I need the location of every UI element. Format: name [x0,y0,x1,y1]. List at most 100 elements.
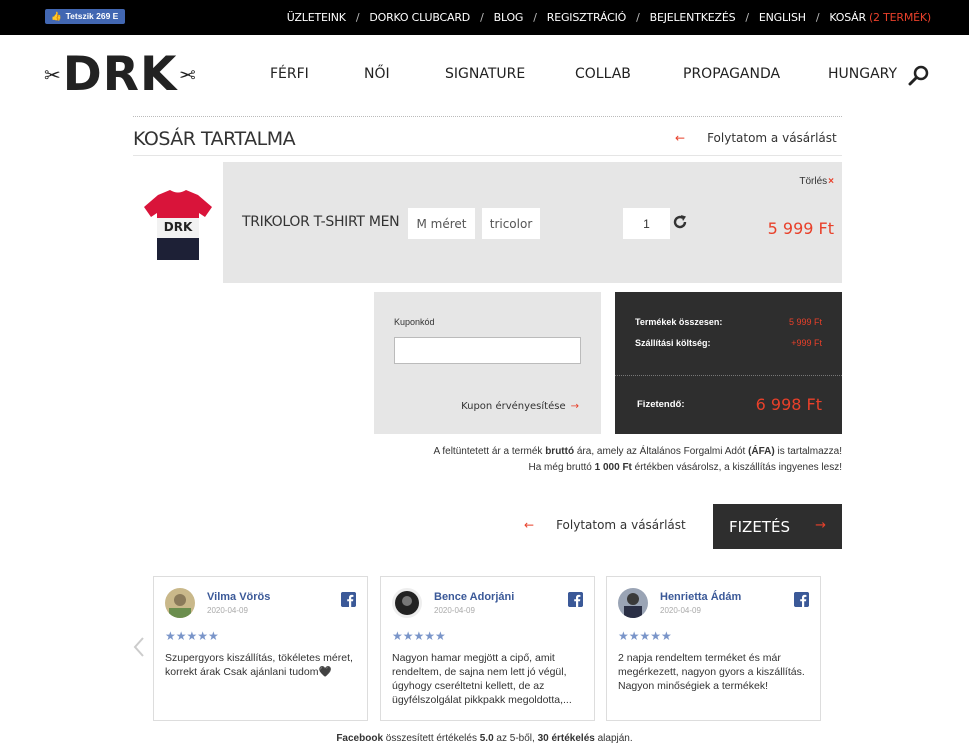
separator: / [815,11,820,24]
nav-item-hungary[interactable]: HUNGARY [828,66,897,82]
facebook-icon[interactable] [568,592,583,607]
divider [133,155,842,156]
coupon-validate-button[interactable]: Kupon érvényesítése → [461,401,579,412]
note-bold: (ÁFA) [748,446,775,457]
facebook-like-button[interactable]: 👍 Tetszik 269 E [45,9,126,24]
quantity-input[interactable] [623,208,670,239]
review-date: 2020-04-09 [660,606,701,615]
separator: / [745,11,749,24]
link-english[interactable]: ENGLISH [759,11,806,24]
logo-wordmark: DRK [62,47,178,102]
scissors-icon: ✂ [44,64,61,87]
link-cart[interactable]: KOSÁR (2 TERMÉK) [829,11,931,24]
divider [615,375,842,376]
payable-row: Fizetendő: 6 998 Ft [637,395,822,414]
summary-source: Facebook [336,733,384,744]
link-stores[interactable]: ÜZLETEINK [287,11,346,24]
carousel-prev-icon[interactable] [133,636,145,658]
shipping-row: Szállítási költség: +999 Ft [635,338,822,348]
coupon-panel: Kuponkód Kupon érvényesítése → [374,292,601,434]
checkout-button[interactable]: FIZETÉS → [713,504,842,549]
link-blog[interactable]: BLOG [494,11,524,24]
review-text: 2 napja rendeltem terméket és már megérk… [618,652,805,692]
review-text: Nagyon hamar megjött a cipő, amit rendel… [392,652,572,706]
product-image[interactable]: DRK [133,162,223,283]
products-total-row: Termékek összesen: 5 999 Ft [635,317,822,327]
review-date: 2020-04-09 [207,606,248,615]
coupon-validate-label: Kupon érvényesítése [461,401,566,412]
search-icon[interactable] [908,64,930,86]
separator: / [533,11,537,24]
item-price: 5 999 Ft [767,219,834,238]
product-name[interactable]: TRIKOLOR T-SHIRT MEN [242,214,400,230]
reviewer-name[interactable]: Vilma Vörös [207,591,270,603]
delete-item-button[interactable]: Törlés× [799,176,834,187]
facebook-icon[interactable] [341,592,356,607]
products-total-label: Termékek összesen: [635,317,723,327]
coupon-label: Kuponkód [394,317,435,327]
divider [133,116,842,117]
note-text: értékben vásárolsz, a kiszállítás ingyen… [631,462,842,473]
payable-label: Fizetendő: [637,399,685,410]
review-card: Bence Adorjáni 2020-04-09 ★★★★★ Nagyon h… [380,576,595,721]
nav-item-signature[interactable]: SIGNATURE [445,66,525,82]
note-bold: 1 000 Ft [594,462,632,473]
separator: / [636,11,640,24]
refresh-icon[interactable] [672,214,688,230]
totals-panel: Termékek összesen: 5 999 Ft Szállítási k… [615,292,842,434]
nav-item-propaganda[interactable]: PROPAGANDA [683,66,780,82]
facebook-icon[interactable] [794,592,809,607]
arrow-right-icon: → [815,518,826,533]
note-text: ára, amely az Általános Forgalmi Adót [574,446,749,457]
continue-shopping-link-bottom[interactable]: ← Folytatom a vásárlást [524,518,686,532]
reviews-summary: Facebook összesített értékelés 5.0 az 5-… [0,733,969,744]
summary-count: 30 értékelés [537,733,595,744]
note-text: A feltüntetett ár a termék [433,446,546,457]
reviewer-name[interactable]: Bence Adorjáni [434,591,514,603]
summary-text: az 5-ből, [493,733,538,744]
top-bar: 👍 Tetszik 269 E ÜZLETEINK / DORKO CLUBCAR… [0,0,969,35]
products-total-value: 5 999 Ft [788,317,822,327]
shipping-value: +999 Ft [791,338,822,348]
summary-text: alapján. [594,733,633,744]
separator: / [480,11,484,24]
continue-shopping-link-top[interactable]: ← Folytatom a vásárlást [675,131,837,145]
brand-logo[interactable]: ✂ DRK ✂ [44,51,196,99]
nav-item-collab[interactable]: COLLAB [575,66,631,82]
continue-shopping-label: Folytatom a vásárlást [556,518,686,532]
product-color: tricolor [482,208,540,239]
scissors-icon: ✂ [179,64,197,87]
delete-label: Törlés [799,176,828,187]
tshirt-image: DRK [144,190,212,260]
review-date: 2020-04-09 [434,606,475,615]
link-register[interactable]: REGISZTRÁCIÓ [547,11,627,24]
avatar [392,588,422,618]
note-text: Ha még bruttó [528,462,595,473]
review-text: Szupergyors kiszállítás, tökéletes méret… [165,652,353,678]
rating-stars: ★★★★★ [392,629,446,643]
reviewer-name[interactable]: Henrietta Ádám [660,591,741,603]
arrow-right-icon: → [570,401,579,412]
checkout-label: FIZETÉS [729,517,790,536]
review-card: Henrietta Ádám 2020-04-09 ★★★★★ 2 napja … [606,576,821,721]
review-card: Vilma Vörös 2020-04-09 ★★★★★ Szupergyors… [153,576,368,721]
link-clubcard[interactable]: DORKO CLUBCARD [369,11,470,24]
cart-link-label: KOSÁR [829,11,866,24]
note-bold: bruttó [545,446,575,457]
page-title: KOSÁR TARTALMA [133,128,296,150]
product-size: M méret [408,208,475,239]
link-login[interactable]: BEJELENTKEZÉS [650,11,736,24]
payable-value: 6 998 Ft [755,395,822,414]
close-icon: × [828,176,834,187]
thumbs-up-icon: 👍 [51,11,62,21]
cart-item-row: TRIKOLOR T-SHIRT MEN M méret tricolor Tö… [223,162,842,283]
nav-item-women[interactable]: NŐI [364,66,390,82]
summary-score: 5.0 [479,733,494,744]
summary-text: összesített értékelés [383,733,480,744]
facebook-like-label: Tetszik 269 E [65,11,119,21]
arrow-left-icon: ← [675,131,686,145]
coupon-input[interactable] [394,337,581,364]
arrow-left-icon: ← [524,518,535,532]
nav-item-men[interactable]: FÉRFI [270,66,309,82]
top-links: ÜZLETEINK / DORKO CLUBCARD / BLOG / REGI… [287,0,931,35]
